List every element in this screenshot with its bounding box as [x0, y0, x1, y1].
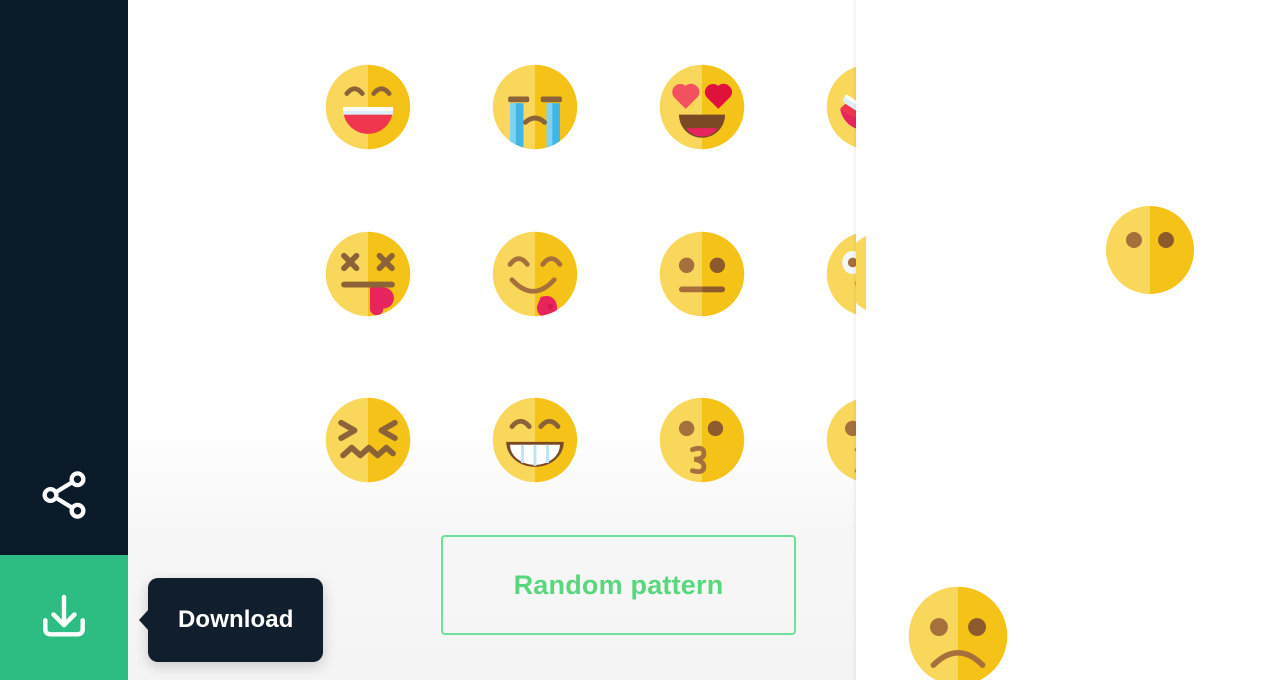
emoji-frowning — [902, 580, 1014, 680]
emoji-grid — [128, 0, 856, 530]
emoji-astonished[interactable] — [821, 226, 856, 322]
preview-backdrop — [856, 0, 1280, 680]
emoji-dizzy[interactable] — [320, 226, 416, 322]
share-icon — [37, 468, 91, 522]
emoji-rofl[interactable] — [821, 59, 856, 155]
emoji-kiss-heart[interactable] — [821, 392, 856, 488]
emoji-beaming[interactable] — [487, 392, 583, 488]
emoji-no-mouth — [1100, 200, 1200, 300]
sidebar-item-download[interactable] — [0, 555, 128, 680]
emoji-kissing[interactable] — [654, 392, 750, 488]
app-root: Random pattern Download — [0, 0, 1280, 680]
emoji-yummy[interactable] — [487, 226, 583, 322]
download-icon — [36, 590, 92, 646]
download-tooltip: Download — [148, 578, 324, 662]
random-pattern-button[interactable]: Random pattern — [441, 535, 796, 635]
emoji-laughing[interactable] — [320, 59, 416, 155]
emoji-crying[interactable] — [487, 59, 583, 155]
emoji-neutral[interactable] — [654, 226, 750, 322]
emoji-heart-eyes[interactable] — [654, 59, 750, 155]
emoji-confounded[interactable] — [320, 392, 416, 488]
sidebar-item-share[interactable] — [0, 435, 128, 555]
sidebar — [0, 0, 128, 680]
